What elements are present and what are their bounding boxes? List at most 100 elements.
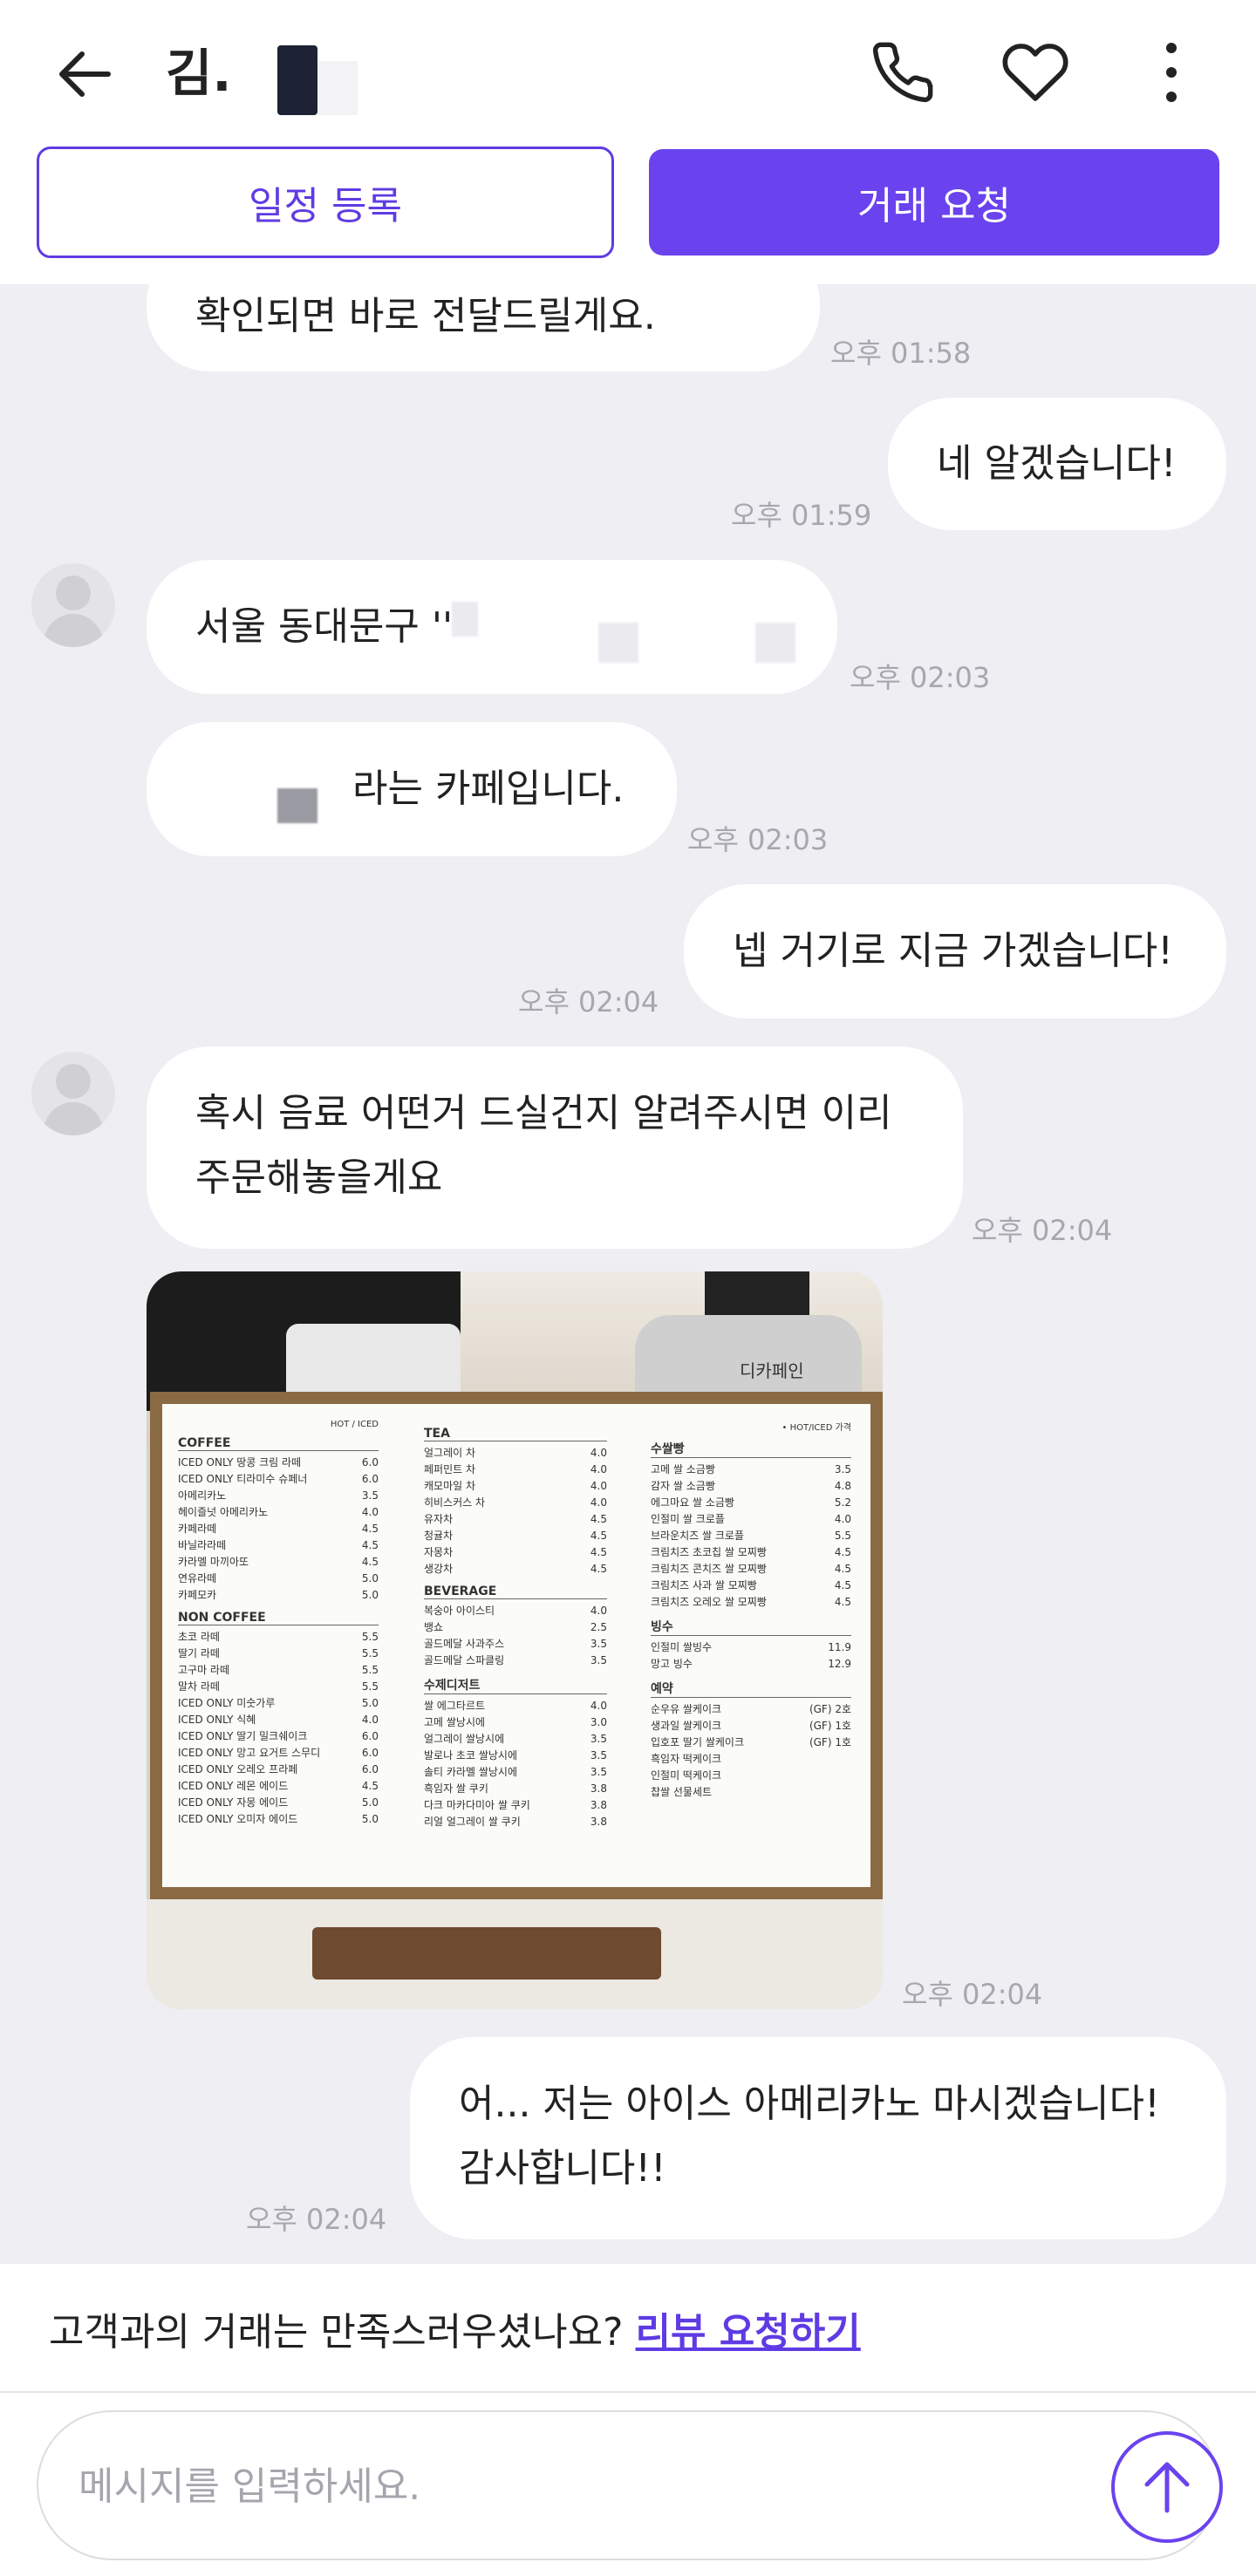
menu-item-name: 인절미 쌀 크로플 xyxy=(651,1513,725,1525)
menu-item-name: 흑임자 쌀 쿠키 xyxy=(424,1782,488,1795)
menu-item: 아메리카노 3.5 xyxy=(178,1488,379,1504)
menu-item-name: ICED ONLY 망고 요거트 스무디 xyxy=(178,1747,321,1759)
menu-item-name: 다크 마카다미아 쌀 쿠키 xyxy=(424,1799,530,1811)
trade-request-button[interactable]: 거래 요청 xyxy=(649,149,1219,256)
send-button[interactable] xyxy=(1111,2431,1223,2543)
avatar[interactable] xyxy=(31,563,115,647)
menu-item-price: 5.5 xyxy=(361,1680,379,1693)
menu-item-price: 5.0 xyxy=(361,1589,379,1601)
menu-item-name: 찹쌀 선물세트 xyxy=(651,1786,713,1798)
menu-item-price: 2.5 xyxy=(590,1621,607,1633)
menu-item-name: 인절미 쌀빙수 xyxy=(651,1641,713,1653)
chat-thread[interactable]: 확인되면 바로 전달드릴게요. 오후 01:58 네 알겠습니다! 오후 01:… xyxy=(0,284,1256,2264)
menu-item-name: 생과일 쌀케이크 xyxy=(651,1720,722,1732)
menu-item-price: 5.5 xyxy=(834,1530,851,1542)
menu-item: 에그마요 쌀 소금빵 5.2 xyxy=(651,1495,851,1511)
menu-item-name: 솔티 카라멜 쌀낭시에 xyxy=(424,1766,517,1778)
menu-item-name: 고메 쌀낭시에 xyxy=(424,1716,486,1728)
message-bubble: 혹시 음료 어떤거 드실건지 알려주시면 이리 주문해놓을게요 xyxy=(147,1046,963,1249)
menu-item-price: 3.5 xyxy=(590,1654,607,1666)
menu-item: ICED ONLY 오레오 프라페 6.0 xyxy=(178,1762,379,1778)
menu-item: 인절미 쌀 크로플 4.0 xyxy=(651,1511,851,1528)
menu-item-name: 입호포 딸기 쌀케이크 xyxy=(651,1736,744,1748)
menu-item: 고메 쌀낭시에 3.0 xyxy=(424,1714,607,1731)
message-input[interactable] xyxy=(78,2447,1038,2525)
menu-item-name: 페퍼민트 차 xyxy=(424,1463,476,1475)
menu-item: ICED ONLY 식혜 4.0 xyxy=(178,1712,379,1728)
menu-item: ICED ONLY 미숫가루 5.0 xyxy=(178,1695,379,1712)
menu-item: 생강차 4.5 xyxy=(424,1561,607,1578)
menu-item-price: 4.0 xyxy=(590,1700,607,1712)
message-input-box xyxy=(37,2410,1223,2560)
menu-item: 감자 쌀 소금빵 4.8 xyxy=(651,1478,851,1495)
message-time: 오후 02:04 xyxy=(518,985,659,1019)
menu-item-price: 4.0 xyxy=(590,1480,607,1492)
menu-item-name: ICED ONLY 오미자 에이드 xyxy=(178,1813,298,1825)
avatar[interactable] xyxy=(31,1052,115,1135)
menu-item: ICED ONLY 티라미수 슈페너 6.0 xyxy=(178,1471,379,1488)
message-bubble: 넵 거기로 지금 가겠습니다! xyxy=(684,884,1226,1019)
menu-item-price: 4.5 xyxy=(834,1563,851,1575)
review-question: 고객과의 거래는 만족스러우셨나요? xyxy=(49,2310,624,2355)
menu-item-price: 6.0 xyxy=(361,1763,379,1775)
favorite-button[interactable] xyxy=(996,33,1075,112)
menu-column: TEA 얼그레이 차 4.0 페퍼민트 차 4.0 캐모마일 차 4.0 히비스커스 차 4.0… xyxy=(424,1420,607,1830)
menu-item-name: 청귤차 xyxy=(424,1530,454,1542)
menu-item-name: 딸기 라떼 xyxy=(178,1647,220,1659)
menu-item-price: (GF) 1호 xyxy=(809,1736,851,1748)
menu-item-price: (GF) 1호 xyxy=(809,1720,851,1732)
message-time: 오후 02:03 xyxy=(687,823,829,856)
menu-section-title: BEVERAGE xyxy=(424,1584,607,1599)
message-text: 주문해놓을게요 xyxy=(195,1155,443,1200)
menu-item-price: 4.5 xyxy=(361,1539,379,1551)
menu-photo[interactable]: 디카페인 HOT / ICED COFFEE ICED ONLY 땅콩 크림 라떼 6… xyxy=(147,1271,883,2009)
chat-header: 김. 일정 등록 거래 요청 xyxy=(0,0,1256,284)
menu-item-price: 5.2 xyxy=(834,1496,851,1509)
menu-item-name: 말차 라떼 xyxy=(178,1680,220,1693)
menu-item: ICED ONLY 땅콩 크림 라떼 6.0 xyxy=(178,1455,379,1471)
message-time: 오후 01:58 xyxy=(830,337,972,370)
menu-item-name: 고메 쌀 소금빵 xyxy=(651,1463,715,1475)
menu-item: 얼그레이 쌀낭시에 3.5 xyxy=(424,1731,607,1748)
message-time: 오후 02:03 xyxy=(850,661,991,694)
menu-item-name: ICED ONLY 식혜 xyxy=(178,1714,256,1726)
review-request-link[interactable]: 리뷰 요청하기 xyxy=(636,2310,861,2355)
menu-item-price: 4.0 xyxy=(361,1714,379,1726)
menu-item: 크림치즈 콘치즈 쌀 모찌빵 4.5 xyxy=(651,1561,851,1578)
menu-item: 고구마 라떼 5.5 xyxy=(178,1662,379,1679)
message-text: 서울 동대문구 '' xyxy=(195,604,454,649)
menu-item: 쌀 에그타르트 4.0 xyxy=(424,1698,607,1714)
message-time: 오후 01:59 xyxy=(731,499,872,532)
menu-item: 순우유 쌀케이크 (GF) 2호 xyxy=(651,1701,851,1718)
menu-item-name: 아메리카노 xyxy=(178,1489,227,1502)
menu-section-title: NON COFFEE xyxy=(178,1611,379,1625)
menu-item: 카페라떼 4.5 xyxy=(178,1521,379,1537)
menu-item-name: ICED ONLY 딸기 밀크쉐이크 xyxy=(178,1730,308,1742)
more-options-button[interactable] xyxy=(1132,33,1211,112)
message-bubble: 라는 카페입니다. xyxy=(147,722,677,856)
menu-item-price: 5.5 xyxy=(361,1664,379,1676)
menu-item-name: 카페라떼 xyxy=(178,1523,217,1535)
menu-item-name: ICED ONLY 땅콩 크림 라떼 xyxy=(178,1456,302,1469)
menu-item: 카페모카 5.0 xyxy=(178,1587,379,1604)
back-button[interactable] xyxy=(45,35,124,113)
menu-item-price: 4.5 xyxy=(834,1546,851,1558)
arrow-left-icon xyxy=(59,51,111,97)
message-text: 라는 카페입니다. xyxy=(352,767,625,811)
menu-note: • HOT/ICED 가격 xyxy=(782,1423,851,1433)
menu-item-name: 캐모마일 차 xyxy=(424,1480,476,1492)
menu-item-name: 고구마 라떼 xyxy=(178,1664,230,1676)
menu-section-title: 예약 xyxy=(651,1680,851,1698)
menu-item-price: 3.5 xyxy=(834,1463,851,1475)
menu-item-price: 5.0 xyxy=(361,1796,379,1809)
schedule-button[interactable]: 일정 등록 xyxy=(37,147,614,258)
menu-item-price: 3.5 xyxy=(590,1766,607,1778)
message-time: 오후 02:04 xyxy=(972,1214,1113,1247)
menu-item-name: 얼그레이 쌀낭시에 xyxy=(424,1733,505,1745)
phone-icon xyxy=(872,42,933,103)
call-button[interactable] xyxy=(864,33,942,112)
menu-item-price: 4.5 xyxy=(361,1523,379,1535)
message-text: 넵 거기로 지금 가겠습니다! xyxy=(733,929,1173,973)
menu-item-name: ICED ONLY 티라미수 슈페너 xyxy=(178,1473,308,1485)
menu-item-price: 4.0 xyxy=(361,1506,379,1518)
